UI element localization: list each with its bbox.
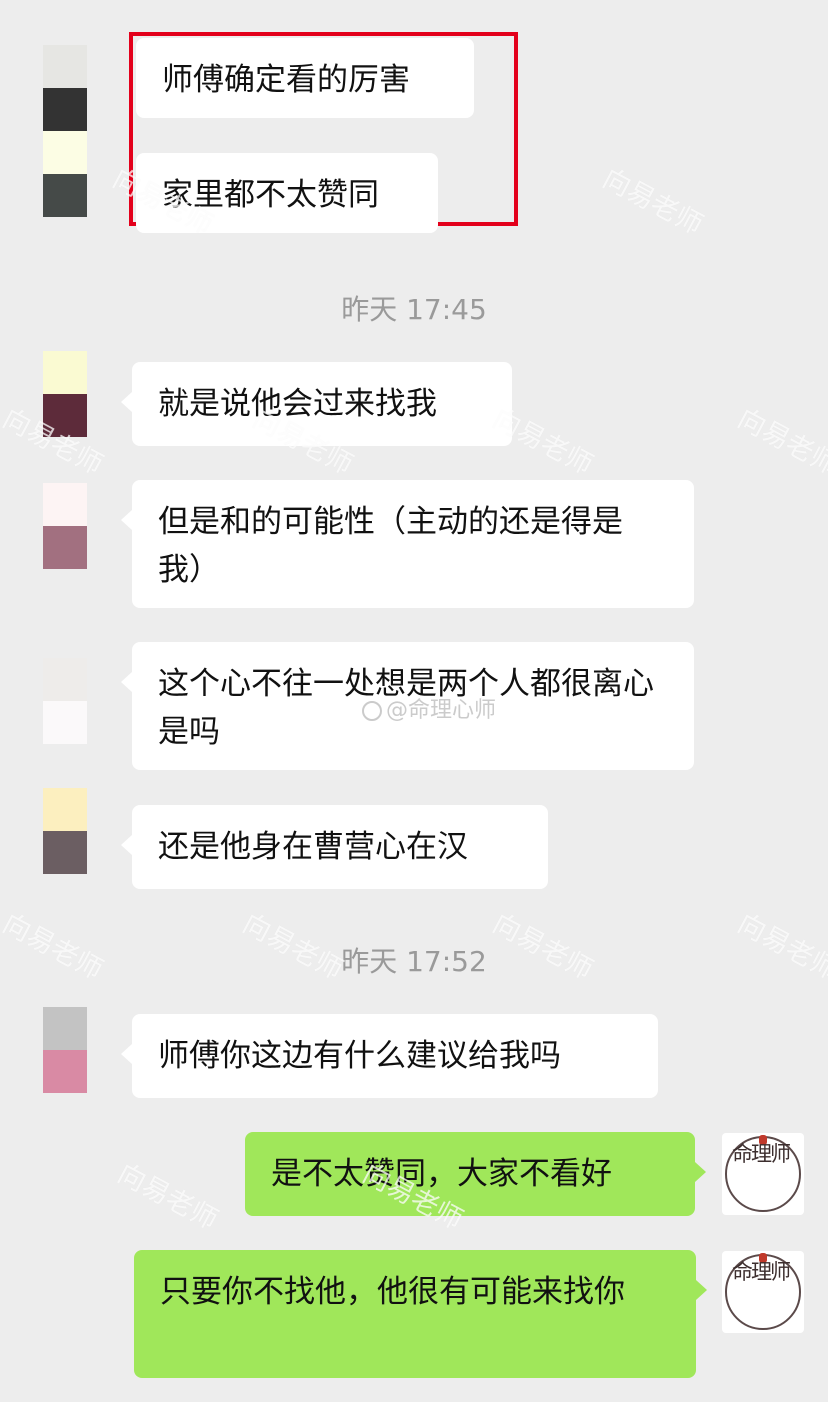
contact-avatar[interactable] (43, 45, 87, 217)
message-bubble[interactable]: 就是说他会过来找我 (121, 362, 512, 446)
message-text: 师傅你这边有什么建议给我吗 (158, 1038, 561, 1074)
message-bubble-outgoing[interactable]: 是不太赞同，大家不看好 (245, 1132, 706, 1216)
contact-avatar[interactable] (43, 1007, 87, 1093)
message-text: 就是说他会过来找我 (158, 386, 437, 422)
message-bubble[interactable]: 师傅你这边有什么建议给我吗 (121, 1014, 658, 1098)
avatar-logo: 命理师 (732, 1260, 791, 1284)
weibo-icon (362, 701, 382, 721)
message-text: 还是他身在曹营心在汉 (158, 829, 468, 865)
watermark: 向易老师 (597, 163, 708, 242)
center-watermark: @命理心师 (362, 692, 496, 724)
message-text: 但是和的可能性（主动的还是得是我） (158, 504, 623, 588)
avatar-logo: 命理师 (732, 1142, 791, 1166)
message-bubble-outgoing[interactable]: 只要你不找他，他很有可能来找你 (134, 1250, 707, 1378)
my-avatar[interactable]: 命理师 (722, 1133, 804, 1215)
timestamp: 昨天 17:45 (341, 293, 487, 326)
contact-avatar[interactable] (43, 483, 87, 569)
message-bubble[interactable]: 还是他身在曹营心在汉 (121, 805, 548, 889)
message-bubble[interactable]: 家里都不太赞同 (136, 153, 438, 233)
contact-avatar[interactable] (43, 658, 87, 744)
watermark: 向易老师 (732, 403, 828, 482)
message-text: 是不太赞同，大家不看好 (271, 1156, 612, 1192)
center-watermark-text: @命理心师 (386, 698, 497, 723)
message-text: 只要你不找他，他很有可能来找你 (160, 1274, 625, 1310)
timestamp: 昨天 17:52 (341, 945, 487, 978)
message-bubble[interactable]: 但是和的可能性（主动的还是得是我） (121, 480, 694, 608)
message-text: 师傅确定看的厉害 (162, 62, 410, 98)
contact-avatar[interactable] (43, 788, 87, 874)
my-avatar[interactable]: 命理师 (722, 1251, 804, 1333)
contact-avatar[interactable] (43, 351, 87, 437)
watermark: 向易老师 (112, 1158, 223, 1237)
message-text: 家里都不太赞同 (162, 177, 379, 213)
message-bubble[interactable]: 师傅确定看的厉害 (136, 38, 474, 118)
